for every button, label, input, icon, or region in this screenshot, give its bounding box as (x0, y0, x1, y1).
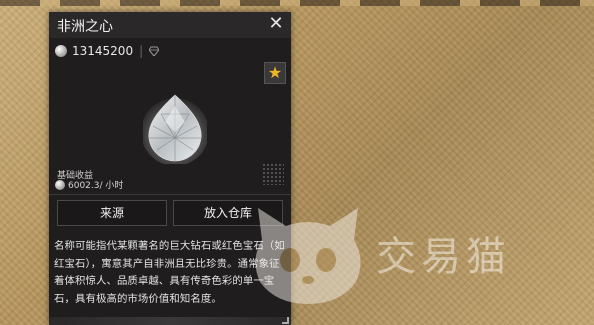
diamond-gem-icon (143, 94, 207, 164)
item-title: 非洲之心 (57, 19, 113, 35)
background-banner-strip (0, 0, 594, 6)
income-value: 6002.3/ 小时 (68, 181, 124, 191)
cat-logo-icon (255, 208, 361, 304)
diamond-small-icon (149, 46, 160, 56)
watermark-text: 交易猫 (376, 234, 511, 280)
watermark: 交易猫 (248, 200, 588, 310)
divider (49, 194, 291, 195)
close-icon[interactable]: ✕ (267, 15, 285, 33)
price-row: 13145200 | (55, 43, 160, 59)
source-button[interactable]: 来源 (57, 200, 167, 226)
favorite-star-button[interactable]: ★ (264, 62, 286, 84)
income-row: 6002.3/ 小时 (55, 178, 123, 191)
resize-grip-icon[interactable] (282, 317, 289, 324)
silver-coin-icon (55, 45, 67, 57)
price-separator: | (139, 44, 144, 58)
panel-bottom-bar (49, 317, 291, 325)
dot-grid-icon (262, 163, 284, 185)
panel-header: 非洲之心 ✕ (49, 12, 291, 38)
income-coin-icon (55, 179, 65, 190)
item-price: 13145200 (72, 44, 134, 58)
